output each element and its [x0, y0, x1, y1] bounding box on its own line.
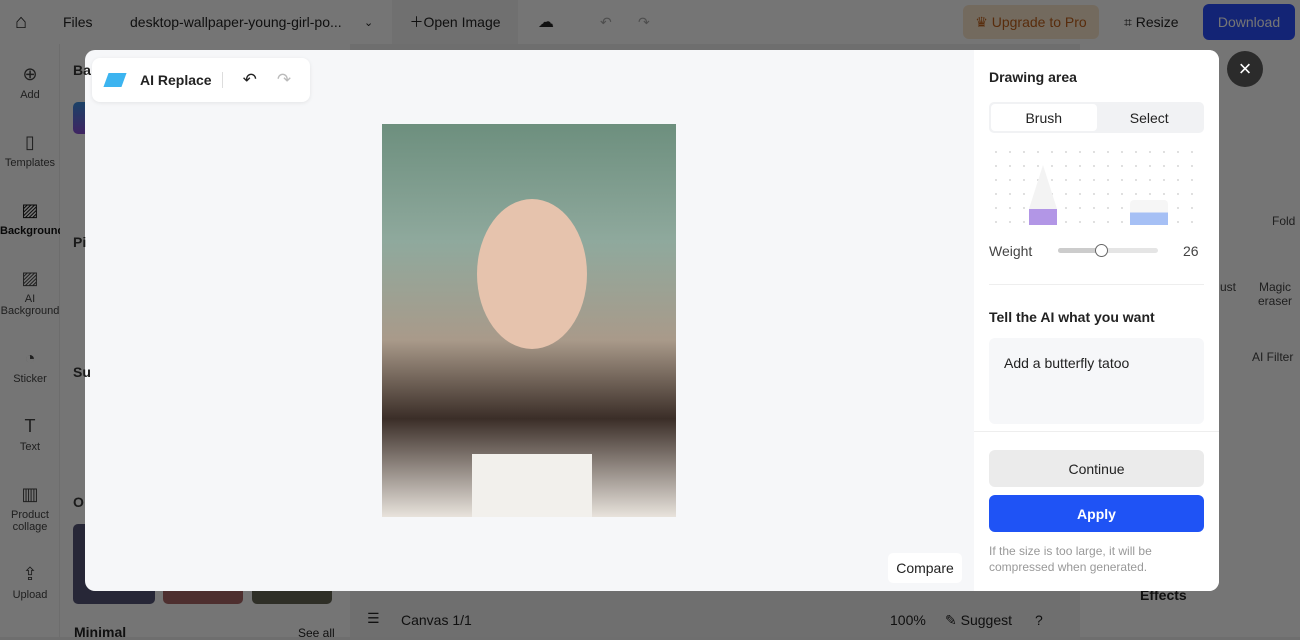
open-image-button[interactable]: ＋ Open Image	[392, 0, 518, 44]
sidebar: ⊕ Add ▯ Templates ▨ Background ▨ AI Backgrou…	[0, 44, 64, 637]
drawing-area-heading: Drawing area	[989, 69, 1077, 85]
modal-title: AI Replace	[140, 72, 212, 88]
redo-icon[interactable]: ↷	[277, 70, 291, 90]
top-bar: ⌂ Files desktop-wallpaper-young-girl-po.…	[0, 0, 1300, 44]
mode-brush[interactable]: Brush	[991, 104, 1097, 131]
size-note: If the size is too large, it will be com…	[989, 544, 1152, 574]
plus-circle-icon: ⊕	[22, 64, 38, 84]
sidebar-label: Product collage	[11, 509, 49, 533]
sidebar-item-add[interactable]: ⊕ Add	[0, 64, 60, 101]
mode-toggle: Brush Select	[989, 102, 1204, 133]
compare-button[interactable]: Compare	[888, 553, 962, 583]
divider	[989, 284, 1204, 285]
sidebar-label: Sticker	[13, 373, 47, 385]
redo-icon[interactable]: ↷	[638, 0, 650, 44]
open-image-label: Open Image	[423, 14, 501, 30]
zoom-level[interactable]: 100%	[890, 612, 926, 628]
photo-canvas[interactable]	[382, 124, 676, 517]
close-icon[interactable]: ×	[1227, 51, 1263, 87]
bottom-bar: ☰ Canvas 1/1 100% ✎ Suggest ?	[350, 600, 1080, 637]
eraser-icon	[103, 73, 127, 87]
magic-eraser-tool[interactable]: Magic eraser	[1252, 280, 1298, 308]
see-all-link[interactable]: See all	[298, 626, 335, 640]
files-menu[interactable]: Files	[63, 0, 93, 44]
ai-background-icon: ▨	[21, 268, 39, 288]
fold-button[interactable]: Fold	[1272, 214, 1295, 228]
sidebar-label: Add	[20, 89, 40, 101]
tool-label[interactable]: ust	[1220, 280, 1236, 294]
sticker-icon: ◔	[24, 348, 36, 368]
suggest-label: Suggest	[960, 612, 1012, 628]
section-heading: O	[73, 494, 84, 510]
collage-icon: ▥	[21, 484, 39, 504]
plus-icon: ＋	[409, 14, 424, 30]
sidebar-label: Text	[19, 441, 41, 453]
chevron-down-icon[interactable]: ⌄	[364, 0, 373, 44]
crop-icon: ⌗	[1124, 13, 1136, 30]
weight-label: Weight	[989, 243, 1033, 259]
sidebar-item-upload[interactable]: ⇪ Upload	[0, 564, 60, 601]
resize-label: Resize	[1135, 14, 1179, 30]
sidebar-label: AI Background	[0, 293, 60, 317]
sidebar-label: Templates	[4, 157, 56, 169]
face	[477, 199, 587, 349]
download-button[interactable]: Download	[1203, 4, 1295, 40]
section-heading: Pi	[73, 234, 87, 250]
ai-filter-tool[interactable]: AI Filter	[1252, 350, 1293, 364]
weight-slider[interactable]	[1058, 244, 1158, 257]
undo-icon[interactable]: ↶	[243, 70, 257, 90]
weight-value: 26	[1183, 243, 1199, 259]
crown-icon: ♛	[975, 13, 992, 30]
suggest-icon: ✎	[945, 612, 961, 628]
cloud-icon[interactable]: ☁	[538, 0, 554, 44]
sidebar-label: Upload	[12, 589, 48, 601]
sidebar-item-background[interactable]: ▨ Background	[0, 200, 64, 237]
sidebar-item-templates[interactable]: ▯ Templates	[0, 132, 60, 169]
prompt-input[interactable]: Add a butterfly tatoo	[989, 338, 1204, 424]
divider	[221, 72, 223, 88]
section-heading: Minimal	[74, 624, 127, 640]
top	[472, 454, 592, 517]
text-icon: T	[24, 416, 36, 436]
settings-panel: Drawing area Brush Select Weight 26 Tell…	[974, 50, 1219, 591]
divider	[974, 431, 1219, 432]
upgrade-label: Upgrade to Pro	[991, 14, 1087, 30]
mode-select[interactable]: Select	[1097, 104, 1203, 131]
modal-toolbar: AI Replace ↶ ↷	[92, 58, 310, 102]
pencil-body	[1029, 209, 1057, 225]
brush-preview	[989, 145, 1204, 225]
upload-icon: ⇪	[22, 564, 38, 584]
section-heading: Ba	[73, 62, 91, 78]
sidebar-item-product-collage[interactable]: ▥ Product collage	[0, 484, 60, 533]
eraser-icon[interactable]	[1130, 200, 1168, 225]
upgrade-button[interactable]: ♛ Upgrade to Pro	[963, 5, 1099, 39]
layers-icon[interactable]: ☰	[367, 610, 380, 627]
slider-handle[interactable]	[1095, 244, 1108, 257]
templates-icon: ▯	[25, 132, 35, 152]
pencil-icon[interactable]	[1029, 165, 1057, 209]
home-icon[interactable]: ⌂	[15, 0, 27, 44]
suggest-button[interactable]: ✎ Suggest	[945, 612, 1012, 629]
section-heading: Su	[73, 364, 91, 380]
filename[interactable]: desktop-wallpaper-young-girl-po...	[130, 0, 342, 44]
undo-icon[interactable]: ↶	[600, 0, 612, 44]
sidebar-item-ai-background[interactable]: ▨ AI Background	[0, 268, 60, 317]
panel-section-headings: Ba Pi Su O	[60, 44, 91, 544]
resize-button[interactable]: ⌗ Resize	[1124, 0, 1179, 44]
sidebar-item-sticker[interactable]: ◔ Sticker	[0, 348, 60, 385]
ai-replace-modal: AI Replace ↶ ↷ Compare Drawing area Brus…	[85, 50, 1219, 591]
prompt-heading: Tell the AI what you want	[989, 309, 1155, 325]
sidebar-item-text[interactable]: T Text	[0, 416, 60, 453]
help-button[interactable]: ?	[1035, 612, 1043, 628]
apply-button[interactable]: Apply	[989, 495, 1204, 532]
background-icon: ▨	[21, 200, 39, 220]
canvas-selector[interactable]: Canvas 1/1	[401, 612, 472, 628]
continue-button[interactable]: Continue	[989, 450, 1204, 487]
sidebar-label: Background	[0, 225, 65, 237]
